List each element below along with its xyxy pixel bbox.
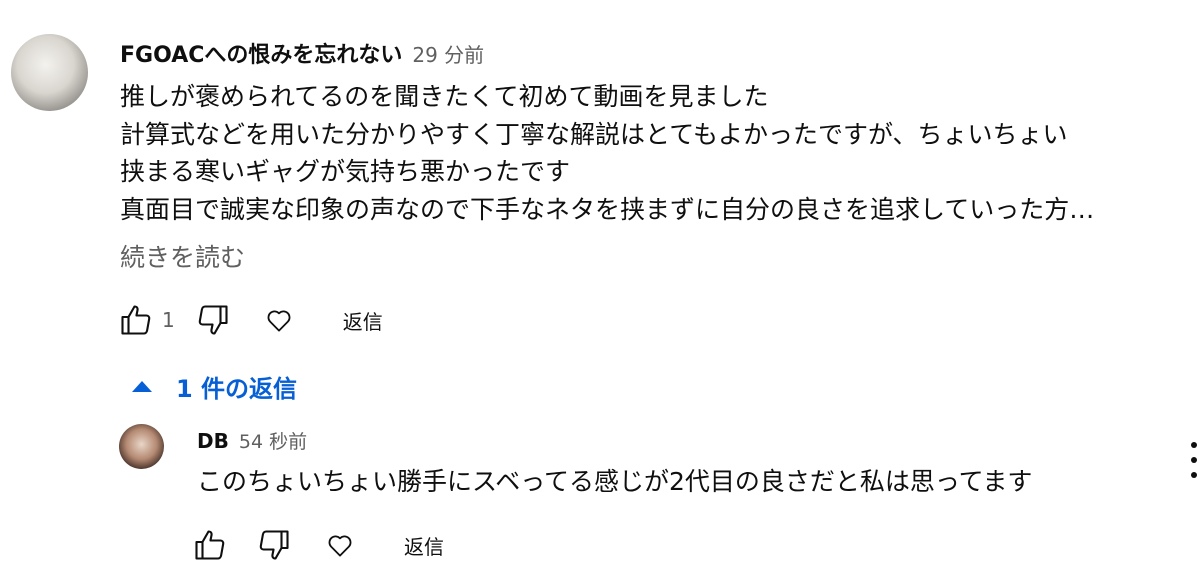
like-count: 1 bbox=[162, 308, 175, 332]
reply-header: DB 54 秒前 bbox=[197, 427, 307, 454]
more-options-button[interactable] bbox=[1186, 440, 1200, 480]
reply-body: このちょいちょい勝手にスベってる感じが2代目の良さだと私は思ってます bbox=[197, 467, 1033, 496]
more-vert-icon bbox=[1191, 442, 1197, 448]
dislike-button[interactable] bbox=[193, 300, 233, 340]
reply-heart-button[interactable] bbox=[320, 525, 360, 565]
thumbs-up-icon bbox=[195, 530, 225, 560]
comment-line: 真面目で誠実な印象の声なので下手なネタを挟まずに自分の良さを追求していった方… bbox=[120, 194, 1095, 224]
reply-time[interactable]: 54 秒前 bbox=[239, 427, 307, 454]
reply-actions: 返信 bbox=[190, 525, 444, 565]
author-name[interactable]: FGOACへの恨みを忘れない bbox=[120, 37, 402, 69]
replies-count-label: 1 件の返信 bbox=[176, 374, 298, 403]
reply-reply-button[interactable]: 返信 bbox=[404, 531, 444, 560]
read-more-link[interactable]: 続きを読む bbox=[120, 238, 245, 274]
thumbs-down-icon bbox=[259, 530, 289, 560]
thumbs-up-icon bbox=[121, 305, 151, 335]
comment-line: 推しが褒められてるのを聞きたくて初めて動画を見ました bbox=[120, 82, 769, 111]
reply-button[interactable]: 返信 bbox=[343, 306, 383, 335]
more-vert-icon bbox=[1191, 472, 1197, 478]
more-vert-icon bbox=[1191, 457, 1197, 463]
reply-like-button[interactable] bbox=[190, 525, 230, 565]
like-button[interactable] bbox=[116, 300, 156, 340]
comment-actions: 1 返信 bbox=[116, 300, 383, 340]
triangle-up-icon bbox=[132, 381, 152, 392]
heart-icon bbox=[267, 310, 291, 332]
comment-line: 挟まる寒いギャグが気持ち悪かったです bbox=[120, 157, 571, 186]
heart-icon bbox=[328, 535, 352, 557]
comment-body: 推しが褒められてるのを聞きたくて初めて動画を見ました 計算式などを用いた分かりや… bbox=[120, 78, 1160, 228]
author-avatar[interactable] bbox=[11, 34, 88, 111]
reply-dislike-button[interactable] bbox=[254, 525, 294, 565]
heart-button[interactable] bbox=[259, 300, 299, 340]
comment-line: 計算式などを用いた分かりやすく丁寧な解説はとてもよかったですが、ちょいちょい bbox=[120, 119, 1068, 149]
reply-author-avatar[interactable] bbox=[119, 424, 164, 469]
comment-time[interactable]: 29 分前 bbox=[412, 39, 484, 68]
comment-header: FGOACへの恨みを忘れない 29 分前 bbox=[120, 37, 484, 69]
thumbs-down-icon bbox=[198, 305, 228, 335]
replies-toggle-button[interactable]: 1 件の返信 bbox=[130, 368, 297, 404]
reply-author-name[interactable]: DB bbox=[197, 429, 229, 453]
